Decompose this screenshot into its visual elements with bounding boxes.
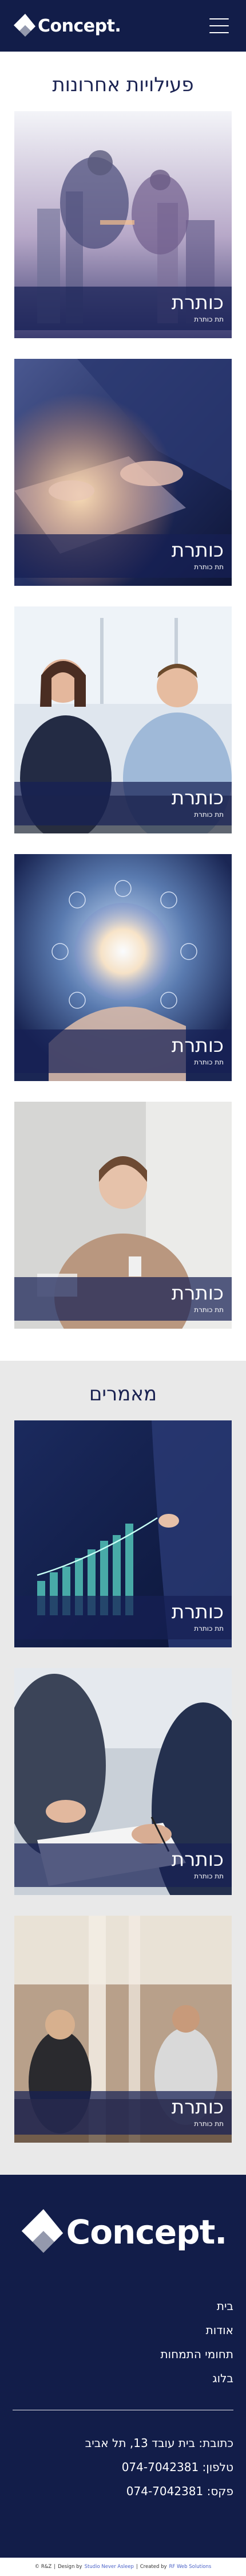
card-caption: כותרת תת כותרת	[14, 1277, 232, 1321]
card-caption: כותרת תת כותרת	[14, 534, 232, 578]
phone-text[interactable]: טלפון: 074-7042381	[13, 2455, 233, 2479]
card-title: כותרת	[171, 539, 224, 562]
footer-nav-home[interactable]: בית	[13, 2294, 233, 2318]
footer-nav-about[interactable]: אודות	[13, 2318, 233, 2342]
logo-text: Concept.	[38, 15, 121, 36]
card-caption: כותרת תת כותרת	[14, 1843, 232, 1887]
card-subtitle: תת כותרת	[194, 1306, 224, 1314]
card-title: כותרת	[171, 1282, 224, 1305]
activity-card[interactable]: כותרת תת כותרת	[14, 111, 232, 338]
footer-nav-expertise[interactable]: תחומי התמחות	[13, 2342, 233, 2366]
activity-card[interactable]: כותרת תת כותרת	[14, 854, 232, 1081]
footer-nav-blog[interactable]: בלוג	[13, 2366, 233, 2390]
logo-mark-icon	[14, 14, 35, 37]
card-caption: כותרת תת כותרת	[14, 287, 232, 330]
card-title: כותרת	[171, 291, 224, 314]
recent-activities-section: פעילויות אחרונות כותרת תת כותרת כותרת תת…	[0, 52, 246, 1361]
article-card[interactable]: כותרת תת כותרת	[14, 1668, 232, 1895]
logo-mark-icon	[21, 2209, 63, 2253]
card-subtitle: תת כותרת	[194, 315, 224, 323]
footer-logo-text: Concept.	[66, 2213, 228, 2252]
created-label: Created by	[140, 2564, 167, 2570]
card-subtitle: תת כותרת	[194, 563, 224, 571]
footer-nav: בית אודות תחומי התמחות בלוג	[13, 2294, 233, 2390]
card-title: כותרת	[171, 2096, 224, 2119]
hamburger-menu-icon[interactable]	[209, 18, 229, 33]
card-title: כותרת	[171, 1600, 224, 1623]
creator-link[interactable]: RF Web Solutions	[169, 2564, 212, 2570]
card-subtitle: תת כותרת	[194, 811, 224, 819]
fax-text: פקס: 074-7042381	[126, 2484, 233, 2498]
address-text: כתובת: בית עובד 13, תל אביב	[85, 2436, 233, 2450]
activity-card[interactable]: כותרת תת כותרת	[14, 606, 232, 833]
site-header: Concept.	[0, 0, 246, 52]
activity-card[interactable]: כותרת תת כותרת	[14, 1102, 232, 1329]
card-caption: כותרת תת כותרת	[14, 2091, 232, 2135]
card-subtitle: תת כותרת	[194, 1058, 224, 1066]
site-footer: Concept. בית אודות תחומי התמחות בלוג כתו…	[0, 2175, 246, 2576]
card-caption: כותרת תת כותרת	[14, 782, 232, 825]
activity-card[interactable]: כותרת תת כותרת	[14, 359, 232, 586]
card-caption: כותרת תת כותרת	[14, 1029, 232, 1073]
card-title: כותרת	[171, 1034, 224, 1057]
contact-info: כתובת: בית עובד 13, תל אביב טלפון: 074-7…	[13, 2431, 233, 2503]
design-label: Design by	[58, 2564, 82, 2570]
card-subtitle: תת כותרת	[194, 2120, 224, 2128]
card-caption: כותרת תת כותרת	[14, 1596, 232, 1639]
logo[interactable]: Concept.	[13, 13, 121, 39]
section-title: מאמרים	[89, 1383, 157, 1406]
article-card[interactable]: כותרת תת כותרת	[14, 1420, 232, 1647]
designer-link[interactable]: Studio Never Asleep	[85, 2564, 134, 2570]
footer-logo[interactable]: Concept.	[13, 2207, 233, 2257]
card-title: כותרת	[171, 1848, 224, 1871]
article-card[interactable]: כותרת תת כותרת	[14, 1916, 232, 2143]
card-subtitle: תת כותרת	[194, 1872, 224, 1880]
section-title: פעילויות אחרונות	[52, 73, 194, 96]
card-subtitle: תת כותרת	[194, 1624, 224, 1632]
card-title: כותרת	[171, 786, 224, 809]
copyright-text: © R&Z	[34, 2564, 52, 2570]
copyright-bar: © R&Z | Design by Studio Never Asleep | …	[0, 2558, 246, 2576]
articles-section: מאמרים כותרת תת כותרת כותרת תת כותרת כות…	[0, 1361, 246, 2175]
